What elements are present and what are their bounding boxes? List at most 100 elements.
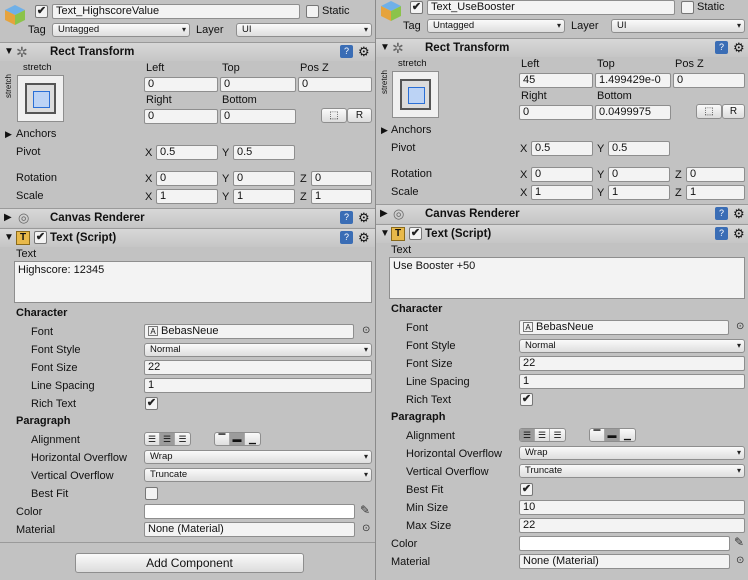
horizontal-alignment-group[interactable]: ☰ ☰ ☰ bbox=[519, 428, 566, 442]
font-size-field[interactable]: 22 bbox=[144, 360, 372, 375]
gear-icon[interactable]: ⚙ bbox=[358, 44, 370, 60]
align-middle-icon[interactable]: ▬ bbox=[605, 429, 620, 441]
scale-z-field[interactable]: 1 bbox=[686, 185, 745, 200]
rotation-y-field[interactable]: 0 bbox=[233, 171, 295, 186]
bottom-field[interactable]: 0 bbox=[220, 109, 296, 124]
vertical-overflow-dropdown[interactable]: Truncate ▾ bbox=[519, 464, 745, 478]
color-field[interactable] bbox=[144, 504, 355, 519]
rect-transform-header[interactable]: ▼ ✲ Rect Transform ? ⚙ bbox=[0, 42, 376, 61]
align-top-icon[interactable]: ▔ bbox=[590, 429, 605, 441]
vertical-overflow-dropdown[interactable]: Truncate ▾ bbox=[144, 468, 372, 482]
vertical-alignment-group[interactable]: ▔ ▬ ▁ bbox=[589, 428, 636, 442]
scale-y-field[interactable]: 1 bbox=[233, 189, 295, 204]
rotation-z-field[interactable]: 0 bbox=[311, 171, 372, 186]
min-size-field[interactable]: 10 bbox=[519, 500, 745, 515]
material-field[interactable]: None (Material) bbox=[144, 522, 355, 537]
top-field[interactable]: 0 bbox=[220, 77, 296, 92]
help-book-icon[interactable]: ? bbox=[715, 227, 728, 240]
canvas-renderer-header[interactable]: ▶ ◎ Canvas Renderer ? ⚙ bbox=[376, 204, 748, 223]
help-book-icon[interactable]: ? bbox=[715, 41, 728, 54]
horizontal-alignment-group[interactable]: ☰ ☰ ☰ bbox=[144, 432, 191, 446]
align-right-icon[interactable]: ☰ bbox=[550, 429, 565, 441]
font-field[interactable]: A BebasNeue bbox=[144, 324, 354, 339]
eyedropper-icon[interactable]: ✎ bbox=[360, 503, 370, 517]
align-bottom-icon[interactable]: ▁ bbox=[245, 433, 260, 445]
pivot-x-field[interactable]: 0.5 bbox=[156, 145, 218, 160]
text-content-area[interactable]: Highscore: 12345 bbox=[14, 261, 372, 303]
gear-icon[interactable]: ⚙ bbox=[358, 230, 370, 246]
raw-edit-button[interactable]: R bbox=[722, 104, 745, 119]
max-size-field[interactable]: 22 bbox=[519, 518, 745, 533]
gear-icon[interactable]: ⚙ bbox=[358, 210, 370, 226]
static-checkbox[interactable] bbox=[681, 1, 694, 14]
object-name-field[interactable]: Text_UseBooster bbox=[427, 0, 675, 15]
pivot-x-field[interactable]: 0.5 bbox=[531, 141, 593, 156]
rich-text-checkbox[interactable]: ✔ bbox=[520, 393, 533, 406]
left-field[interactable]: 45 bbox=[519, 73, 593, 88]
pivot-y-field[interactable]: 0.5 bbox=[608, 141, 670, 156]
foldout-arrow-icon[interactable]: ▶ bbox=[381, 123, 388, 137]
align-left-icon[interactable]: ☰ bbox=[520, 429, 535, 441]
anchors-label[interactable]: Anchors bbox=[16, 127, 56, 141]
horizontal-overflow-dropdown[interactable]: Wrap ▾ bbox=[144, 450, 372, 464]
vertical-alignment-group[interactable]: ▔ ▬ ▁ bbox=[214, 432, 261, 446]
active-checkbox[interactable]: ✔ bbox=[35, 5, 48, 18]
foldout-arrow-icon[interactable]: ▼ bbox=[4, 232, 14, 243]
right-field[interactable]: 0 bbox=[519, 105, 593, 120]
foldout-arrow-icon[interactable]: ▶ bbox=[5, 127, 12, 141]
scale-x-field[interactable]: 1 bbox=[531, 185, 593, 200]
text-script-header[interactable]: ▼ T ✔ Text (Script) ? ⚙ bbox=[376, 224, 748, 243]
gear-icon[interactable]: ⚙ bbox=[733, 226, 745, 242]
foldout-arrow-icon[interactable]: ▶ bbox=[380, 208, 388, 219]
gear-icon[interactable]: ⚙ bbox=[733, 206, 745, 222]
align-middle-icon[interactable]: ▬ bbox=[230, 433, 245, 445]
right-field[interactable]: 0 bbox=[144, 109, 218, 124]
object-picker-icon[interactable]: ⊙ bbox=[736, 555, 744, 566]
object-name-field[interactable]: Text_HighscoreValue bbox=[52, 4, 300, 19]
text-content-area[interactable]: Use Booster +50 bbox=[389, 257, 745, 299]
scale-x-field[interactable]: 1 bbox=[156, 189, 218, 204]
gear-icon[interactable]: ⚙ bbox=[733, 40, 745, 56]
top-field[interactable]: 1.499429e-0 bbox=[595, 73, 671, 88]
font-field[interactable]: A BebasNeue bbox=[519, 320, 729, 335]
rotation-x-field[interactable]: 0 bbox=[531, 167, 593, 182]
anchors-label[interactable]: Anchors bbox=[391, 123, 431, 137]
canvas-renderer-header[interactable]: ▶ ◎ Canvas Renderer ? ⚙ bbox=[0, 208, 376, 227]
foldout-arrow-icon[interactable]: ▼ bbox=[4, 46, 14, 57]
line-spacing-field[interactable]: 1 bbox=[144, 378, 372, 393]
eyedropper-icon[interactable]: ✎ bbox=[734, 535, 744, 549]
align-center-icon[interactable]: ☰ bbox=[535, 429, 550, 441]
tag-dropdown[interactable]: Untagged ▾ bbox=[427, 19, 565, 33]
font-style-dropdown[interactable]: Normal ▾ bbox=[144, 343, 372, 357]
font-size-field[interactable]: 22 bbox=[519, 356, 745, 371]
align-bottom-icon[interactable]: ▁ bbox=[620, 429, 635, 441]
active-checkbox[interactable]: ✔ bbox=[410, 1, 423, 14]
object-picker-icon[interactable]: ⊙ bbox=[362, 523, 370, 534]
horizontal-overflow-dropdown[interactable]: Wrap ▾ bbox=[519, 446, 745, 460]
align-left-icon[interactable]: ☰ bbox=[145, 433, 160, 445]
add-component-button[interactable]: Add Component bbox=[75, 553, 304, 573]
rotation-z-field[interactable]: 0 bbox=[686, 167, 745, 182]
rotation-y-field[interactable]: 0 bbox=[608, 167, 670, 182]
text-script-header[interactable]: ▼ T ✔ Text (Script) ? ⚙ bbox=[0, 228, 376, 247]
posz-field[interactable]: 0 bbox=[673, 73, 745, 88]
color-field[interactable] bbox=[519, 536, 730, 551]
object-picker-icon[interactable]: ⊙ bbox=[362, 325, 370, 336]
rich-text-checkbox[interactable]: ✔ bbox=[145, 397, 158, 410]
posz-field[interactable]: 0 bbox=[298, 77, 372, 92]
best-fit-checkbox[interactable]: ✔ bbox=[520, 483, 533, 496]
anchor-presets-button[interactable] bbox=[392, 71, 439, 118]
help-book-icon[interactable]: ? bbox=[340, 45, 353, 58]
tag-dropdown[interactable]: Untagged ▾ bbox=[52, 23, 190, 37]
help-book-icon[interactable]: ? bbox=[340, 231, 353, 244]
static-checkbox[interactable] bbox=[306, 5, 319, 18]
material-field[interactable]: None (Material) bbox=[519, 554, 730, 569]
foldout-arrow-icon[interactable]: ▶ bbox=[4, 212, 12, 223]
align-top-icon[interactable]: ▔ bbox=[215, 433, 230, 445]
align-right-icon[interactable]: ☰ bbox=[175, 433, 190, 445]
anchor-presets-button[interactable] bbox=[17, 75, 64, 122]
layer-dropdown[interactable]: UI ▾ bbox=[236, 23, 372, 37]
blueprint-mode-button[interactable]: ⬚ bbox=[696, 104, 722, 119]
help-book-icon[interactable]: ? bbox=[715, 207, 728, 220]
blueprint-mode-button[interactable]: ⬚ bbox=[321, 108, 347, 123]
